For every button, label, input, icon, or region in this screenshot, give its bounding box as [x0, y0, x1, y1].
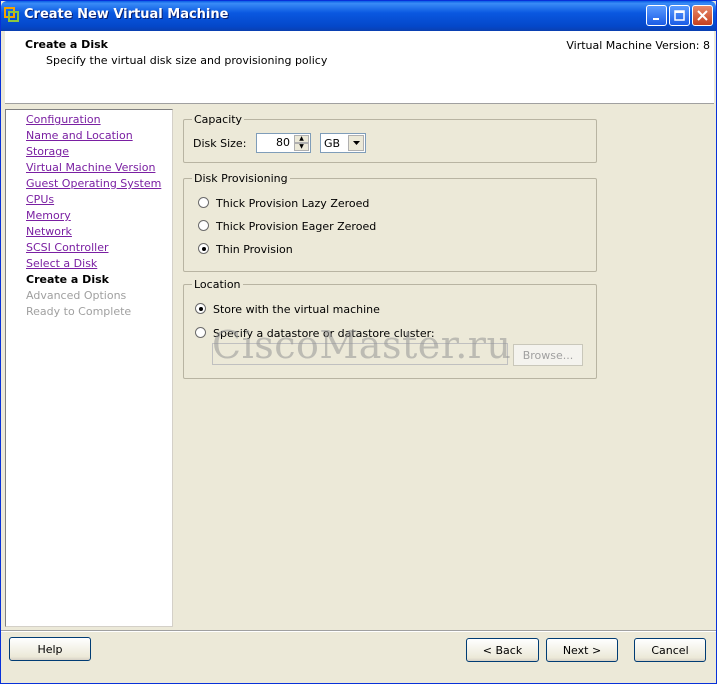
- option-store-with-vm-label[interactable]: Store with the virtual machine: [213, 303, 380, 316]
- disk-unit-select[interactable]: GB: [320, 133, 366, 153]
- chevron-down-icon: [348, 135, 364, 151]
- window-title: Create New Virtual Machine: [24, 7, 229, 22]
- close-icon: [697, 10, 708, 21]
- option-thick-lazy-label[interactable]: Thick Provision Lazy Zeroed: [216, 197, 369, 210]
- content-panel: Capacity Disk Size: 80 ▲ ▼ GB Disk Provi…: [173, 109, 713, 627]
- provisioning-group: Disk Provisioning Thick Provision Lazy Z…: [183, 172, 597, 272]
- spinner-buttons: ▲ ▼: [294, 135, 309, 151]
- vmware-icon: [4, 7, 20, 23]
- close-button[interactable]: [692, 5, 713, 26]
- nav-step-vm-version[interactable]: Virtual Machine Version: [26, 161, 155, 174]
- nav-step-cpus[interactable]: CPUs: [26, 193, 54, 206]
- radio-thin[interactable]: [198, 243, 209, 254]
- radio-thick-eager[interactable]: [198, 220, 209, 231]
- radio-store-with-vm[interactable]: [195, 303, 206, 314]
- disk-size-value: 80: [276, 136, 290, 149]
- capacity-legend: Capacity: [192, 113, 245, 126]
- page-title: Create a Disk: [25, 38, 108, 51]
- spin-up-button[interactable]: ▲: [294, 135, 309, 143]
- next-button[interactable]: Next >: [546, 638, 618, 662]
- nav-step-advanced-options: Advanced Options: [26, 289, 127, 302]
- nav-step-name-location[interactable]: Name and Location: [26, 129, 133, 142]
- title-bar[interactable]: Create New Virtual Machine: [1, 1, 716, 31]
- wizard-header: Create a Disk Specify the virtual disk s…: [5, 31, 714, 104]
- provisioning-legend: Disk Provisioning: [192, 172, 290, 185]
- capacity-group: Capacity Disk Size: 80 ▲ ▼ GB: [183, 113, 597, 163]
- wizard-steps-nav: Configuration Name and Location Storage …: [5, 109, 173, 627]
- nav-step-configuration[interactable]: Configuration: [26, 113, 101, 126]
- vm-version-label: Virtual Machine Version: 8: [566, 39, 710, 52]
- watermark-text: CiscoMaster.ru: [212, 323, 512, 367]
- radio-specify-datastore[interactable]: [195, 327, 206, 338]
- nav-step-create-disk: Create a Disk: [26, 273, 109, 286]
- location-legend: Location: [192, 278, 243, 291]
- disk-size-label: Disk Size:: [193, 137, 247, 150]
- nav-step-storage[interactable]: Storage: [26, 145, 69, 158]
- option-thick-eager-label[interactable]: Thick Provision Eager Zeroed: [216, 220, 376, 233]
- dialog-window: Create New Virtual Machine Create a Disk…: [0, 0, 717, 684]
- spin-down-button[interactable]: ▼: [294, 143, 309, 151]
- nav-step-scsi-controller[interactable]: SCSI Controller: [26, 241, 109, 254]
- disk-unit-value: GB: [324, 137, 341, 150]
- maximize-icon: [674, 10, 685, 21]
- minimize-icon: [652, 17, 659, 20]
- help-button[interactable]: Help: [9, 637, 91, 661]
- nav-step-memory[interactable]: Memory: [26, 209, 71, 222]
- nav-step-ready-complete: Ready to Complete: [26, 305, 132, 318]
- nav-step-guest-os[interactable]: Guest Operating System: [26, 177, 161, 190]
- browse-button: Browse...: [513, 344, 583, 366]
- cancel-button[interactable]: Cancel: [634, 638, 706, 662]
- disk-size-spinner[interactable]: 80 ▲ ▼: [256, 133, 311, 153]
- option-thin-label[interactable]: Thin Provision: [216, 243, 293, 256]
- radio-thick-lazy[interactable]: [198, 197, 209, 208]
- maximize-button[interactable]: [669, 5, 690, 26]
- footer-divider: [1, 630, 716, 632]
- page-subtitle: Specify the virtual disk size and provis…: [46, 54, 328, 67]
- nav-step-select-disk[interactable]: Select a Disk: [26, 257, 97, 270]
- nav-step-network[interactable]: Network: [26, 225, 72, 238]
- back-button[interactable]: < Back: [466, 638, 539, 662]
- minimize-button[interactable]: [646, 5, 667, 26]
